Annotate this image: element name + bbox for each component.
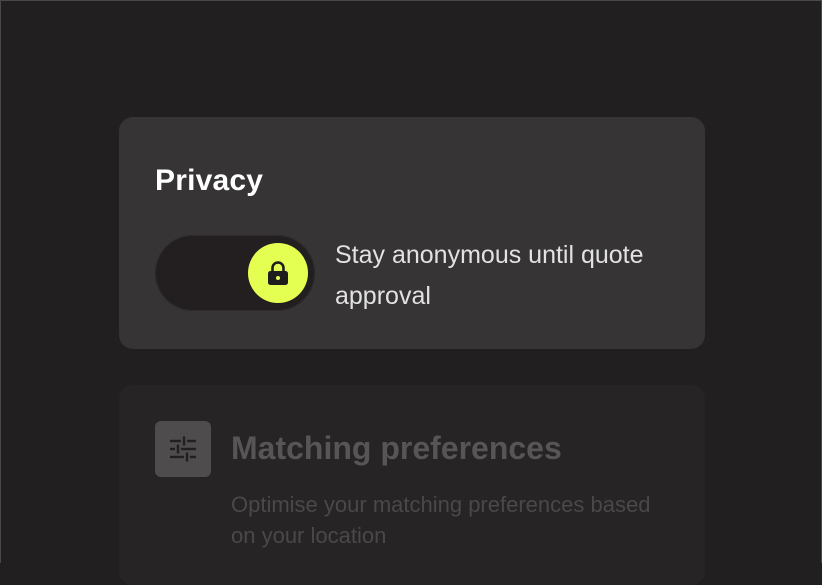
- toggle-knob[interactable]: [248, 243, 308, 303]
- preferences-icon-button[interactable]: [155, 421, 211, 477]
- lock-icon: [268, 261, 288, 285]
- matching-preferences-description: Optimise your matching preferences based…: [231, 492, 651, 548]
- sliders-icon: [170, 436, 196, 462]
- matching-preferences-title: Matching preferences: [231, 430, 562, 466]
- privacy-title: Privacy: [155, 164, 264, 197]
- anonymity-toggle[interactable]: [155, 235, 315, 311]
- toggle-description: Stay anonymous until quote approval: [335, 241, 644, 310]
- matching-preferences-card[interactable]: Matching preferences Optimise your match…: [119, 385, 705, 585]
- privacy-card: Privacy Stay anonymous until quote appro…: [119, 117, 705, 349]
